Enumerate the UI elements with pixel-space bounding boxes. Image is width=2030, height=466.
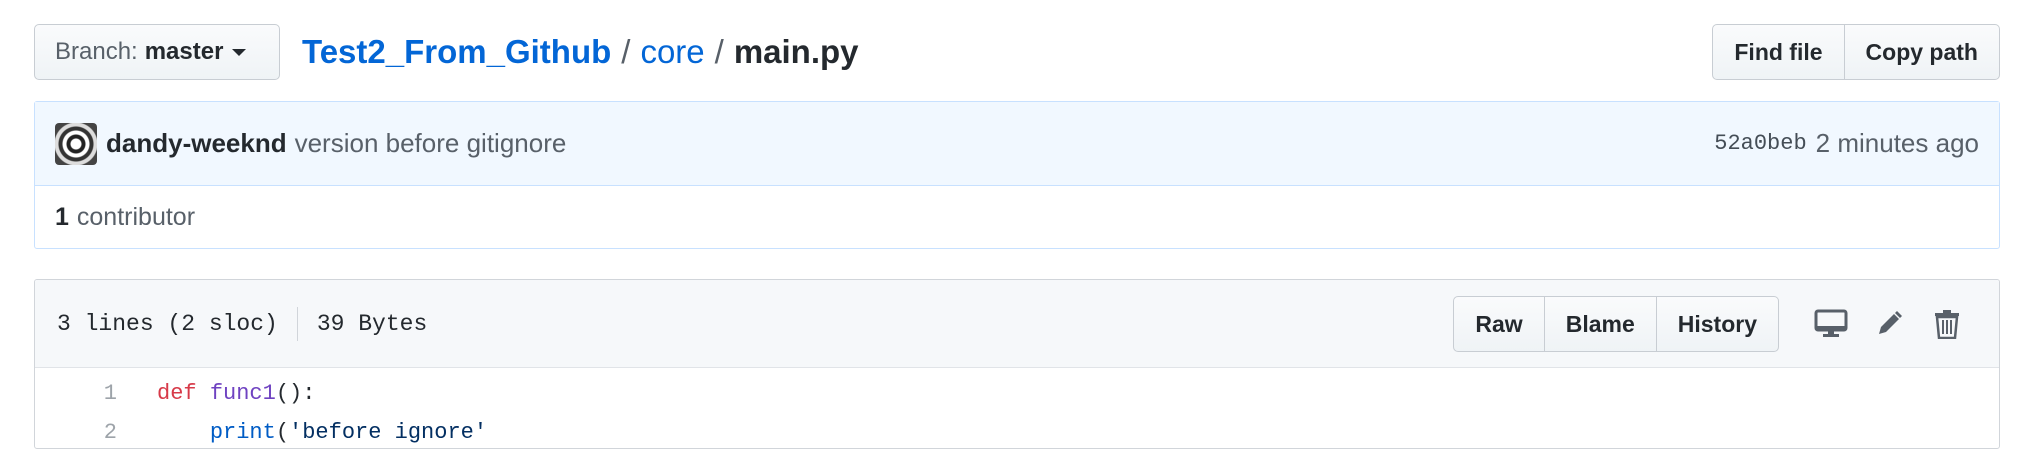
breadcrumb-current-file: main.py — [733, 33, 859, 70]
contributors-summary[interactable]: 1 contributor — [35, 186, 1999, 248]
line-code: def func1(): — [117, 381, 315, 406]
desktop-icon[interactable] — [1811, 304, 1851, 344]
line-code: print('before ignore' — [117, 420, 487, 445]
avatar[interactable] — [55, 122, 97, 165]
code-punctuation: ( — [275, 420, 290, 445]
commit-author-link[interactable]: dandy-weeknd — [106, 128, 287, 159]
file-viewer: 3 lines (2 sloc) 39 Bytes Raw Blame Hist… — [34, 279, 2000, 449]
file-view-actions: Raw Blame History — [1453, 296, 1779, 352]
latest-commit: dandy-weeknd version before gitignore 52… — [35, 102, 1999, 186]
file-size: 39 Bytes — [316, 310, 428, 337]
history-button[interactable]: History — [1656, 296, 1779, 352]
contributor-label: contributor — [76, 202, 196, 231]
commit-meta: 52a0beb 2 minutes ago — [1714, 128, 1979, 159]
pencil-icon[interactable] — [1869, 304, 1909, 344]
file-info-divider — [296, 306, 298, 341]
commit-info-box: dandy-weeknd version before gitignore 52… — [34, 101, 2000, 249]
trash-icon[interactable] — [1927, 304, 1967, 344]
raw-button[interactable]: Raw — [1453, 296, 1545, 352]
branch-label: Branch: — [55, 38, 138, 65]
breadcrumb-folder-link[interactable]: core — [640, 33, 704, 71]
find-file-button[interactable]: Find file — [1712, 24, 1845, 80]
breadcrumb: Test2_From_Github / core / main.py — [302, 30, 859, 74]
code-punctuation: (): — [275, 381, 316, 406]
contributor-count: 1 — [55, 202, 69, 231]
file-line-count: 3 lines (2 sloc) — [57, 310, 278, 337]
branch-selector-button[interactable]: Branch: master — [34, 24, 280, 80]
commit-message-link[interactable]: version before gitignore — [295, 128, 567, 159]
line-number[interactable]: 1 — [35, 381, 117, 406]
copy-path-button[interactable]: Copy path — [1844, 24, 2000, 80]
commit-time: 2 minutes ago — [1815, 128, 1979, 158]
commit-sha-link[interactable]: 52a0beb — [1714, 131, 1806, 156]
line-number[interactable]: 2 — [35, 420, 117, 445]
file-header: 3 lines (2 sloc) 39 Bytes Raw Blame Hist… — [35, 280, 1999, 368]
code-line: 1 def func1(): — [35, 374, 1999, 413]
code-keyword: def — [157, 381, 197, 406]
code-function-name: func1 — [209, 381, 276, 406]
file-navigation-actions: Find file Copy path — [1712, 24, 2000, 80]
breadcrumb-separator: / — [621, 33, 631, 70]
code-line: 2 print('before ignore' — [35, 413, 1999, 448]
breadcrumb-repo-link[interactable]: Test2_From_Github — [302, 33, 611, 71]
code-string: 'before ignore' — [289, 420, 488, 445]
blame-button[interactable]: Blame — [1544, 296, 1657, 352]
code-listing: 1 def func1(): 2 print('before ignore' — [35, 368, 1999, 448]
code-builtin: print — [209, 420, 276, 445]
branch-name: master — [144, 38, 224, 65]
breadcrumb-separator: / — [714, 33, 724, 70]
caret-down-icon — [232, 48, 247, 56]
